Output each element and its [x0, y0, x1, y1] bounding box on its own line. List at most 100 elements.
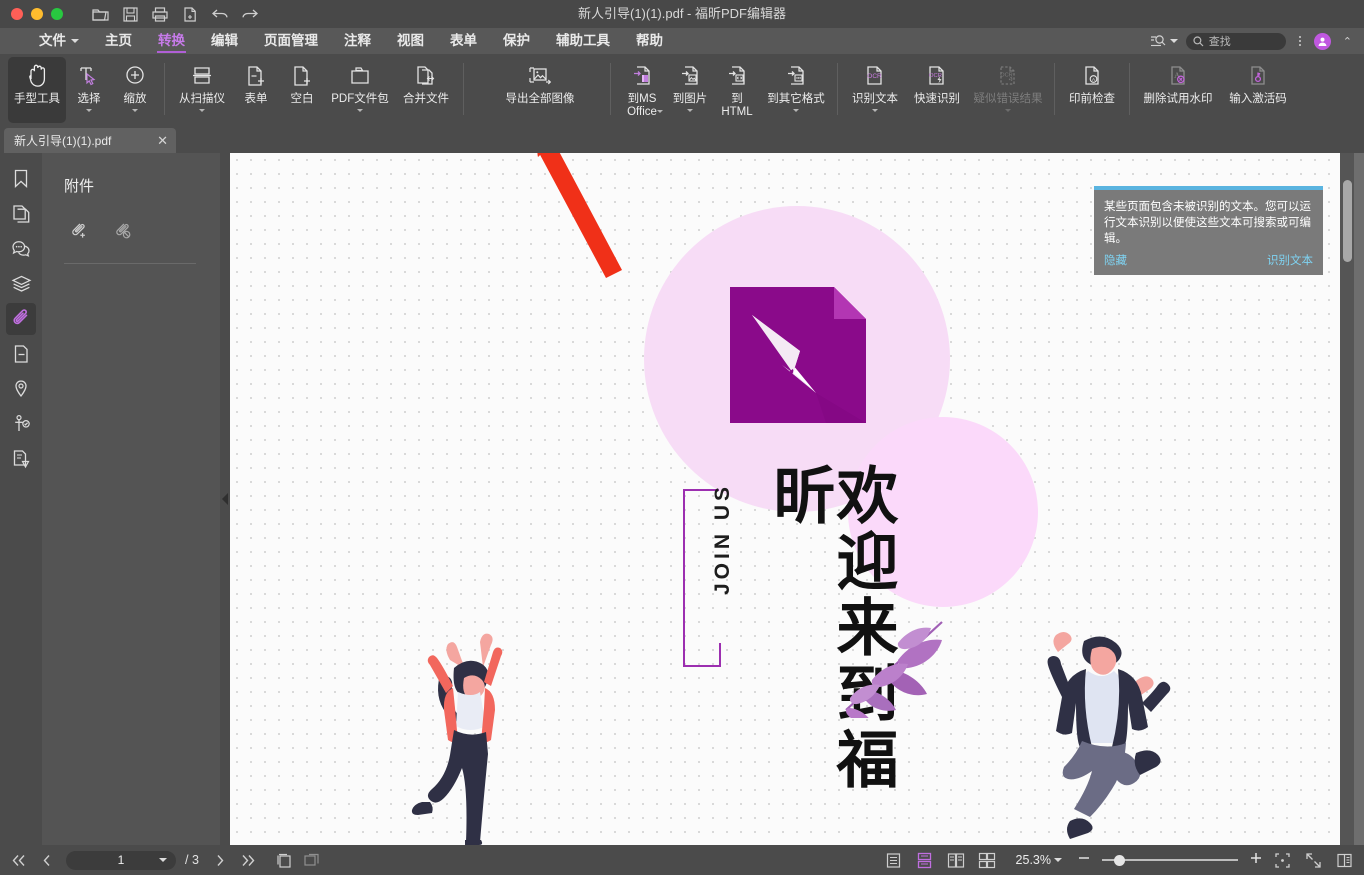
collapse-panel-handle[interactable] [220, 153, 230, 845]
combine-files-button[interactable]: 合并文件 [395, 57, 457, 123]
split-view-button[interactable] [1330, 848, 1358, 872]
document-tab-strip: 新人引导(1)(1).pdf ✕ [0, 128, 1364, 153]
notification-hide-link[interactable]: 隐藏 [1104, 253, 1127, 269]
chevron-down-icon[interactable] [132, 109, 138, 112]
enter-activation-code-button[interactable]: 输入激活码 [1220, 57, 1296, 123]
blank-page-button[interactable]: 空白 [279, 57, 325, 123]
to-ms-office-button[interactable]: 到MS Office [617, 57, 667, 123]
collapse-ribbon-icon[interactable]: ⌃ [1339, 35, 1356, 48]
chevron-down-icon[interactable] [1005, 109, 1011, 112]
from-scanner-button[interactable]: 从扫描仪 [171, 57, 233, 123]
two-page-continuous-view-button[interactable] [973, 848, 1001, 872]
sidebar-item-attachment[interactable] [6, 303, 36, 335]
print-icon[interactable] [147, 3, 173, 25]
close-icon[interactable]: ✕ [157, 134, 168, 147]
sidebar-item-pages[interactable] [6, 198, 36, 230]
chevron-down-icon[interactable] [793, 109, 799, 112]
notification-recognize-link[interactable]: 识别文本 [1267, 253, 1313, 269]
search-input[interactable]: 查找 [1186, 33, 1286, 50]
chevron-down-icon[interactable] [687, 109, 693, 112]
open-icon[interactable] [87, 3, 113, 25]
zoom-out-button[interactable] [1075, 850, 1093, 870]
menu-help[interactable]: 帮助 [623, 28, 676, 54]
new-document-icon[interactable] [177, 3, 203, 25]
sidebar-item-destination[interactable] [6, 373, 36, 405]
advanced-search-icon[interactable] [1150, 34, 1178, 48]
undo-icon[interactable] [207, 3, 233, 25]
menu-page-management-label: 页面管理 [264, 28, 318, 54]
sidebar-item-signature[interactable] [6, 408, 36, 440]
maximize-window-button[interactable] [51, 8, 63, 20]
previous-page-button[interactable] [34, 848, 60, 872]
fit-page-button[interactable] [1268, 848, 1296, 872]
menu-home[interactable]: 主页 [92, 28, 145, 54]
pdf-portfolio-icon [348, 61, 372, 91]
zoom-in-button[interactable] [1247, 850, 1265, 870]
zoom-slider[interactable] [1102, 850, 1238, 870]
remove-trial-watermark-button[interactable]: A 删除试用水印 [1136, 57, 1220, 123]
to-other-format-button[interactable]: 到其它格式 [761, 57, 831, 123]
zoom-tool-button[interactable]: 缩放 [112, 57, 158, 123]
select-tool-button[interactable]: 选择 [66, 57, 112, 123]
to-html-icon [725, 61, 749, 91]
sidebar-item-layers[interactable] [6, 268, 36, 300]
sidebar-item-bookmark[interactable] [6, 163, 36, 195]
sidebar-item-form-field[interactable] [6, 338, 36, 370]
chevron-down-icon[interactable] [159, 858, 167, 862]
scrollbar-thumb[interactable] [1343, 180, 1352, 262]
delete-attachment-button[interactable] [111, 220, 133, 245]
menu-comment[interactable]: 注释 [331, 28, 384, 54]
notification-actions: 隐藏 识别文本 [1104, 253, 1313, 269]
full-screen-button[interactable] [1299, 848, 1327, 872]
next-page-button[interactable] [207, 848, 233, 872]
first-page-button[interactable] [6, 848, 32, 872]
sidebar-item-stamp[interactable] [6, 443, 36, 475]
chevron-down-icon[interactable] [872, 109, 878, 112]
last-page-button[interactable] [235, 848, 261, 872]
two-page-view-button[interactable] [942, 848, 970, 872]
menu-protect[interactable]: 保护 [490, 28, 543, 54]
add-attachment-button[interactable] [67, 220, 89, 245]
menu-view[interactable]: 视图 [384, 28, 437, 54]
avatar[interactable] [1314, 33, 1331, 50]
menu-edit[interactable]: 编辑 [198, 28, 251, 54]
vertical-scrollbar[interactable] [1340, 153, 1354, 845]
hand-tool-button[interactable]: 手型工具 [8, 57, 66, 123]
to-html-button[interactable]: 到 HTML [713, 57, 761, 123]
menu-page-management[interactable]: 页面管理 [251, 28, 331, 54]
sidebar-item-comments[interactable] [6, 233, 36, 265]
form-button[interactable]: 表单 [233, 57, 279, 123]
redo-icon[interactable] [237, 3, 263, 25]
zoom-level[interactable]: 25.3% [1016, 853, 1062, 867]
ocr-suspect-result-icon: OCR [996, 61, 1020, 91]
save-icon[interactable] [117, 3, 143, 25]
export-all-images-button[interactable]: 导出全部图像 [492, 57, 588, 123]
recognize-text-button[interactable]: OCR 识别文本 [844, 57, 906, 123]
menu-accessibility[interactable]: 辅助工具 [543, 28, 623, 54]
rotate-view-button[interactable] [271, 848, 297, 872]
chevron-down-icon[interactable] [86, 109, 92, 112]
zoom-slider-knob[interactable] [1114, 855, 1125, 866]
menu-file[interactable]: 文件 [26, 28, 92, 54]
ocr-notification: 某些页面包含未被识别的文本。您可以运行文本识别以便使这些文本可搜索或可编辑。 隐… [1094, 186, 1323, 275]
more-options-icon[interactable] [1294, 36, 1306, 46]
continuous-scroll-view-button[interactable] [911, 848, 939, 872]
minimize-window-button[interactable] [31, 8, 43, 20]
close-window-button[interactable] [11, 8, 23, 20]
suspect-result-button[interactable]: OCR 疑似错误结果 [968, 57, 1048, 123]
duplicate-view-button[interactable] [299, 848, 325, 872]
from-scanner-label: 从扫描仪 [179, 93, 225, 106]
pdf-portfolio-button[interactable]: PDF文件包 [325, 57, 395, 123]
chevron-down-icon[interactable] [357, 109, 363, 112]
quick-recognize-button[interactable]: OCR 快速识别 [906, 57, 968, 123]
chevron-down-icon[interactable] [657, 110, 663, 113]
document-tab[interactable]: 新人引导(1)(1).pdf ✕ [4, 128, 176, 153]
menu-protect-label: 保护 [503, 28, 530, 54]
to-image-button[interactable]: 到图片 [667, 57, 713, 123]
preflight-button[interactable]: A 印前检查 [1061, 57, 1123, 123]
single-page-view-button[interactable] [880, 848, 908, 872]
page-number-input[interactable]: 1 [66, 851, 176, 870]
menu-form[interactable]: 表单 [437, 28, 490, 54]
menu-convert[interactable]: 转换 [145, 28, 198, 54]
chevron-down-icon[interactable] [199, 109, 205, 112]
